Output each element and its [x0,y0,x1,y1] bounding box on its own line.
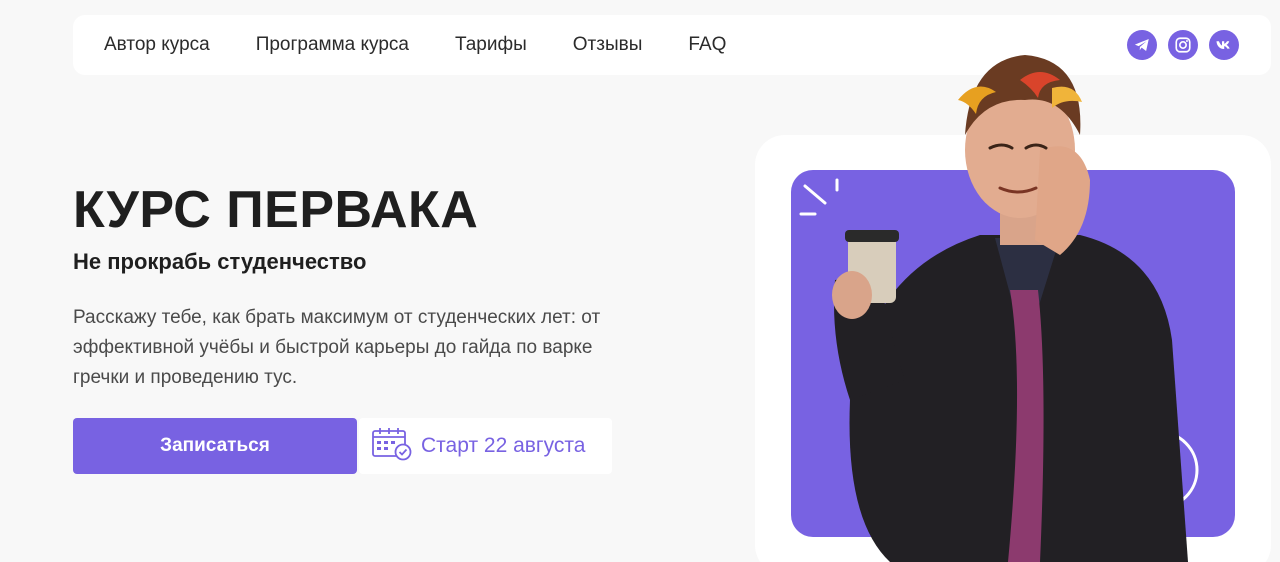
nav-link-reviews[interactable]: Отзывы [573,34,643,56]
calendar-check-icon [371,426,413,467]
nav-links: Автор курса Программа курса Тарифы Отзыв… [104,15,772,75]
hero-subtitle: Не прокрабь студенчество [73,249,367,274]
nav-link-program[interactable]: Программа курса [256,34,409,56]
signup-button[interactable]: Записаться [73,418,357,474]
nav-link-author[interactable]: Автор курса [104,34,210,56]
hero-description: Расскажу тебе, как брать максимум от сту… [73,307,601,388]
hero-title: КУРС ПЕРВАКА [73,181,479,239]
hero-person-illustration [790,40,1210,562]
start-date-text: Старт 22 августа [421,434,586,457]
vk-icon[interactable] [1209,30,1239,60]
nav-link-pricing[interactable]: Тарифы [455,34,527,56]
start-date-badge: Старт 22 августа [359,418,612,474]
nav-link-faq[interactable]: FAQ [688,34,726,56]
